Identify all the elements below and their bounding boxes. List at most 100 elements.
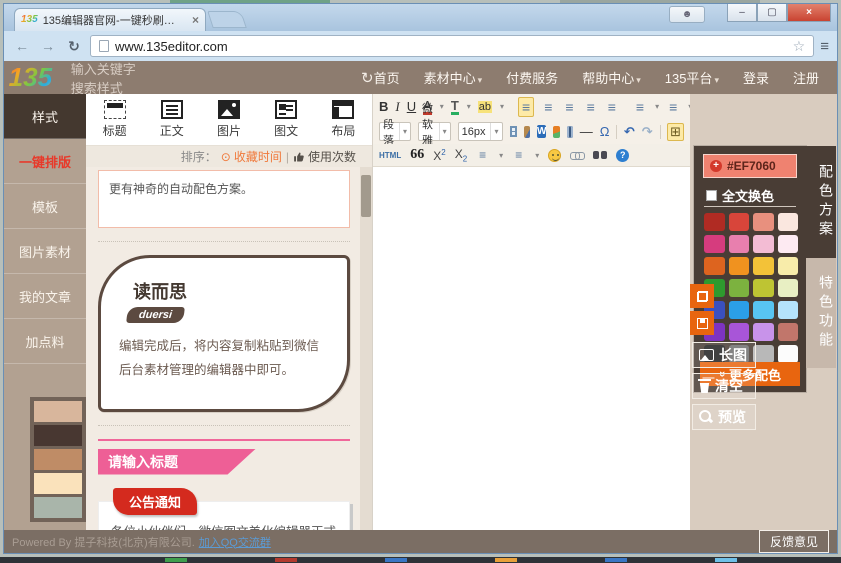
color-swatch[interactable] <box>729 213 750 231</box>
sort-by-usage-count[interactable]: 使用次数 <box>293 148 356 165</box>
chrome-menu-icon[interactable]: ≡ <box>820 38 829 55</box>
chevron-down-icon[interactable]: ▾ <box>655 102 659 111</box>
color-swatch[interactable] <box>778 279 799 297</box>
link-icon[interactable] <box>570 151 584 159</box>
copy-button[interactable] <box>690 284 714 308</box>
color-swatch[interactable] <box>753 235 774 253</box>
word-import-icon[interactable]: W <box>537 125 546 138</box>
font-size-select[interactable]: 16px▾ <box>458 122 503 141</box>
palette-swatch[interactable] <box>34 401 82 422</box>
tab-color-scheme[interactable]: 配色方案 <box>806 146 836 258</box>
maximize-button[interactable]: ▢ <box>757 4 787 22</box>
style-card-title-flag[interactable]: 请输入标题 <box>98 449 256 475</box>
color-swatch[interactable] <box>753 213 774 231</box>
taskbar-item[interactable] <box>385 558 407 562</box>
background-color-button[interactable]: T <box>451 99 459 115</box>
scrollbar[interactable] <box>360 167 372 530</box>
url-text[interactable]: www.135editor.com <box>115 39 228 54</box>
color-swatch[interactable] <box>729 235 750 253</box>
palette-swatch[interactable] <box>34 497 82 518</box>
minimize-button[interactable]: – <box>727 4 757 22</box>
full-text-recolor-toggle[interactable]: 全文换色 <box>706 186 774 205</box>
style-card-notice[interactable]: 公告通知 各位小伙伴们，微信图文美化编辑器正式上线了，欢迎大家多使用多提供反馈意… <box>98 501 350 531</box>
editor-canvas[interactable] <box>373 167 690 530</box>
nav-135-platform[interactable]: 135平台▾ <box>665 68 719 87</box>
refresh-icon[interactable]: ↻ <box>361 69 374 87</box>
indent-button[interactable]: ≡ <box>605 98 619 116</box>
fullscreen-icon[interactable]: ⊞ <box>667 123 684 141</box>
palette-swatch[interactable] <box>34 473 82 494</box>
special-char-icon[interactable]: Ω <box>600 124 610 139</box>
color-swatch[interactable] <box>729 323 750 341</box>
letter-spacing-button[interactable]: ≡ <box>633 98 647 116</box>
category-image-text[interactable]: 图文 <box>274 100 298 139</box>
clear-button[interactable]: 清空 <box>692 373 756 399</box>
scrollbar-thumb[interactable] <box>361 175 371 217</box>
category-image[interactable]: 图片 <box>217 100 241 139</box>
color-swatch[interactable] <box>704 235 725 253</box>
color-swatch[interactable] <box>729 301 750 319</box>
color-swatch[interactable] <box>778 323 799 341</box>
long-image-button[interactable]: 长图 <box>692 342 756 368</box>
category-layout[interactable]: 布局 <box>331 100 355 139</box>
unordered-list-button[interactable]: ≡ <box>512 147 525 163</box>
chevron-down-icon[interactable]: ▾ <box>499 151 503 160</box>
italic-button[interactable]: I <box>395 99 399 115</box>
palette-swatch[interactable] <box>34 449 82 470</box>
save-button[interactable] <box>690 311 714 335</box>
align-center-button[interactable]: ≡ <box>541 98 555 116</box>
current-color-chip[interactable]: + #EF7060 <box>703 154 797 178</box>
paste-icon[interactable] <box>524 126 530 138</box>
highlight-button[interactable]: ab <box>478 101 492 113</box>
color-swatch[interactable] <box>753 301 774 319</box>
nav-paid-service[interactable]: 付费服务 <box>506 68 558 87</box>
sidebar-item-my-articles[interactable]: 我的文章 <box>4 274 86 319</box>
align-right-button[interactable]: ≡ <box>562 98 576 116</box>
theme-palette[interactable] <box>30 397 86 522</box>
chevron-down-icon[interactable]: ▾ <box>535 151 539 160</box>
color-swatch[interactable] <box>753 323 774 341</box>
color-swatch[interactable] <box>778 213 799 231</box>
font-family-select[interactable]: 微软雅黑▾ <box>418 122 451 141</box>
tab-special-features[interactable]: 特色功能 <box>806 258 836 368</box>
sidebar-item-one-key-layout[interactable]: 一键排版 <box>4 139 86 184</box>
insert-image-icon[interactable] <box>553 126 559 138</box>
bookmark-star-icon[interactable]: ☆ <box>793 38 806 55</box>
color-swatch[interactable] <box>704 257 725 275</box>
color-swatch[interactable] <box>778 301 799 319</box>
style-card-autocolor[interactable]: 更有神奇的自动配色方案。 <box>98 170 350 228</box>
style-card-duersi[interactable]: 读而思 duersi 编辑完成后，将内容复制粘贴到微信后台素材管理的编辑器中即可… <box>98 255 350 412</box>
underline-button[interactable]: U <box>407 99 416 114</box>
color-swatch[interactable] <box>778 235 799 253</box>
category-body-text[interactable]: 正文 <box>160 100 184 139</box>
color-swatch[interactable] <box>704 213 725 231</box>
sidebar-item-styles[interactable]: 样式 <box>4 94 86 139</box>
checkbox[interactable] <box>706 190 717 201</box>
sort-by-favorite-time[interactable]: ⊙收藏时间 <box>221 148 282 165</box>
new-tab-button[interactable] <box>207 11 247 28</box>
site-logo[interactable]: 135 <box>4 61 57 94</box>
nav-register[interactable]: 注册 <box>793 68 819 87</box>
nav-login[interactable]: 登录 <box>743 68 769 87</box>
taskbar-item[interactable] <box>715 558 737 562</box>
paragraph-select[interactable]: 段落▾ <box>379 122 411 141</box>
color-swatch[interactable] <box>753 345 774 363</box>
color-swatch[interactable] <box>729 257 750 275</box>
category-title[interactable]: 标题 <box>103 100 127 139</box>
color-swatch[interactable] <box>753 257 774 275</box>
feedback-button[interactable]: 反馈意见 <box>759 530 829 553</box>
color-swatch[interactable] <box>753 279 774 297</box>
color-swatch[interactable] <box>778 257 799 275</box>
back-icon[interactable]: ← <box>12 36 32 56</box>
redo-icon[interactable]: ↷ <box>642 124 653 140</box>
taskbar[interactable] <box>0 557 841 563</box>
align-left-button[interactable]: ≡ <box>518 97 534 117</box>
qq-group-link[interactable]: 加入QQ交流群 <box>199 534 271 550</box>
undo-icon[interactable]: ↶ <box>624 124 635 140</box>
find-replace-icon[interactable] <box>593 150 607 160</box>
close-button[interactable]: × <box>787 4 831 22</box>
taskbar-item[interactable] <box>275 558 297 562</box>
emoji-icon[interactable] <box>548 149 561 162</box>
tab-close-icon[interactable]: × <box>192 13 199 27</box>
browser-tab[interactable]: 135 135编辑器官网-一键秒刷… × <box>14 8 206 31</box>
